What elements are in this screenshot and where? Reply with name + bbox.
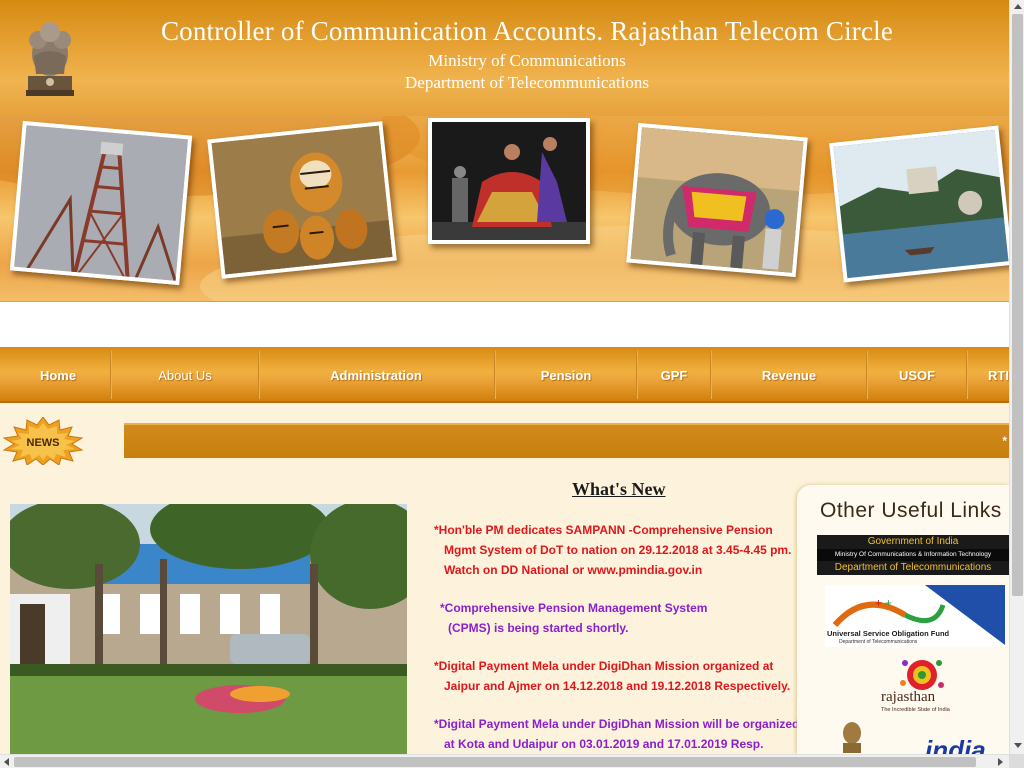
news-line: Watch on DD National or www.pmindia.gov.… bbox=[444, 563, 703, 577]
news-item[interactable]: *Digital Payment Mela under DigiDhan Mis… bbox=[434, 656, 802, 696]
dancers-illustration bbox=[432, 122, 586, 240]
dot-logo-line3: Department of Telecommunications bbox=[817, 561, 1009, 575]
national-emblem-small-icon bbox=[843, 722, 861, 753]
usof-logo-line1: Universal Service Obligation Fund bbox=[827, 629, 950, 638]
nav-gpf[interactable]: GPF bbox=[638, 347, 710, 403]
nav-revenue[interactable]: Revenue bbox=[712, 347, 866, 403]
news-line: *Digital Payment Mela under DigiDhan Mis… bbox=[434, 717, 800, 731]
ministry-subtitle: Ministry of Communications bbox=[428, 51, 626, 70]
scroll-down-icon[interactable] bbox=[1014, 743, 1022, 748]
scroll-right-icon[interactable] bbox=[998, 758, 1003, 766]
nav-usof[interactable]: USOF bbox=[868, 347, 966, 403]
news-badge-icon: NEWS bbox=[2, 417, 84, 465]
whats-new-heading: What's New bbox=[572, 479, 666, 499]
folk-dance-photo bbox=[428, 118, 590, 244]
other-useful-links-panel: Other Useful Links Government of India M… bbox=[797, 485, 1009, 754]
tigers-photo bbox=[207, 121, 397, 279]
scrollbar-corner bbox=[1009, 754, 1024, 768]
news-line: *Comprehensive Pension Management System bbox=[440, 601, 708, 615]
nav-home[interactable]: Home bbox=[0, 347, 116, 403]
dot-logo-line1: Government of India bbox=[817, 535, 1009, 549]
news-item[interactable]: *Hon'ble PM dedicates SAMPANN -Comprehen… bbox=[434, 520, 802, 580]
whats-new-list: *Hon'ble PM dedicates SAMPANN -Comprehen… bbox=[434, 520, 802, 768]
spacer-strip bbox=[0, 301, 1009, 347]
news-line: at Kota and Udaipur on 03.01.2019 and 17… bbox=[444, 737, 764, 751]
telecom-tower-photo bbox=[9, 120, 193, 286]
horizontal-scroll-thumb[interactable] bbox=[14, 757, 976, 767]
office-building-photo bbox=[10, 504, 407, 754]
rajasthan-logo-name: rajasthan bbox=[881, 689, 936, 705]
news-ticker-bar: * bbox=[124, 423, 1009, 458]
scroll-left-icon[interactable] bbox=[4, 758, 9, 766]
scroll-up-icon[interactable] bbox=[1014, 4, 1022, 9]
news-ticker-text[interactable]: * bbox=[1002, 434, 1007, 448]
news-line: Mgmt System of DoT to nation on 29.12.20… bbox=[444, 543, 792, 557]
svg-text:+: + bbox=[885, 596, 892, 610]
vertical-scrollbar[interactable] bbox=[1009, 0, 1024, 754]
news-badge-label: NEWS bbox=[27, 437, 60, 449]
lake-palace-photo bbox=[829, 125, 1009, 283]
news-line: *Digital Payment Mela under DigiDhan Mis… bbox=[434, 659, 774, 673]
tigers-illustration bbox=[211, 124, 397, 279]
elephant-illustration bbox=[629, 127, 808, 278]
links-panel-title: Other Useful Links bbox=[820, 499, 1002, 522]
news-item[interactable]: *Digital Payment Mela under DigiDhan Mis… bbox=[434, 714, 802, 754]
incredible-india-logo-link[interactable]: india bbox=[925, 735, 986, 754]
nav-about-us[interactable]: About Us bbox=[112, 347, 258, 403]
main-nav: Home About Us Administration Pension GPF… bbox=[0, 347, 1009, 403]
horizontal-scrollbar[interactable] bbox=[0, 754, 1009, 768]
usof-logo-line2: Department of Telecommunications bbox=[839, 639, 918, 645]
dot-logo-link[interactable]: Government of India Ministry Of Communic… bbox=[817, 535, 1009, 575]
site-header: Controller of Communication Accounts. Ra… bbox=[0, 0, 1009, 116]
nav-administration[interactable]: Administration bbox=[260, 347, 492, 403]
main-content: NEWS * What's New *Hon'ble PM dedicates … bbox=[0, 403, 1009, 754]
news-line: *Hon'ble PM dedicates SAMPANN -Comprehen… bbox=[434, 523, 773, 537]
campus-illustration bbox=[10, 504, 407, 754]
usof-logo-link[interactable]: + + Universal Service Obligation Fund De… bbox=[825, 585, 1005, 647]
news-line: Jaipur and Ajmer on 14.12.2018 and 19.12… bbox=[444, 679, 791, 693]
rajasthan-tourism-logo-link[interactable]: rajasthan The Incredible State of India bbox=[877, 653, 977, 713]
elephant-festival-photo bbox=[626, 122, 808, 278]
department-subtitle: Department of Telecommunications bbox=[405, 73, 649, 92]
banner bbox=[0, 116, 1009, 301]
tower-illustration bbox=[13, 125, 193, 286]
rajasthan-sun-icon bbox=[900, 660, 944, 690]
rajasthan-logo-tagline: The Incredible State of India bbox=[881, 707, 950, 713]
nav-pension[interactable]: Pension bbox=[496, 347, 636, 403]
site-title: Controller of Communication Accounts. Ra… bbox=[160, 16, 894, 46]
news-line: (CPMS) is being started shortly. bbox=[448, 621, 629, 635]
dot-logo-line2: Ministry Of Communications & Information… bbox=[817, 549, 1009, 561]
lake-illustration bbox=[833, 129, 1009, 283]
svg-text:+: + bbox=[875, 596, 882, 610]
news-item[interactable]: *Comprehensive Pension Management System… bbox=[434, 598, 802, 638]
vertical-scroll-thumb[interactable] bbox=[1012, 14, 1023, 596]
